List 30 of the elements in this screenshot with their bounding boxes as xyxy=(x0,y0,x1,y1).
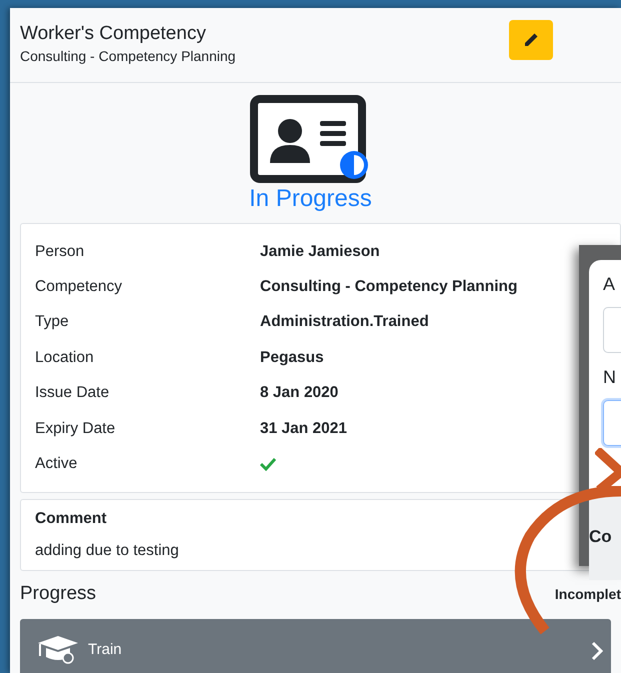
field-value: 8 Jan 2020 xyxy=(260,384,338,402)
page-subtitle: Consulting - Competency Planning xyxy=(20,47,236,66)
field-label: Person xyxy=(35,242,86,261)
field-label: Location xyxy=(35,348,95,367)
footer-text: Co xyxy=(589,527,612,547)
progress-status: Incomplet xyxy=(554,586,621,602)
field-label: Active xyxy=(35,455,78,474)
comment-label: Comment xyxy=(35,510,108,528)
step-row[interactable]: Train xyxy=(20,618,611,673)
pencil-icon xyxy=(523,32,539,48)
page-title: Worker's Competency xyxy=(20,22,207,46)
field-value: 31 Jan 2021 xyxy=(260,420,348,438)
field-label: Competency xyxy=(35,278,124,296)
dialog-field-label: A xyxy=(603,274,616,295)
section-title: Progress xyxy=(20,582,96,605)
chevron-right-icon xyxy=(591,640,603,661)
graduation-cap-icon xyxy=(36,634,80,665)
field-label: Issue Date xyxy=(35,384,110,402)
field-label: Type xyxy=(35,313,70,332)
edit-button[interactable] xyxy=(509,20,553,60)
comment-text: adding due to testing xyxy=(35,542,179,559)
field-value: Pegasus xyxy=(260,348,324,367)
input-field[interactable] xyxy=(603,307,621,353)
input-field[interactable] xyxy=(603,400,621,446)
field-value: Jamie Jamieson xyxy=(260,242,380,261)
status-label: In Progress xyxy=(249,185,372,213)
field-label: Expiry Date xyxy=(35,420,116,438)
field-value: Administration.Trained xyxy=(260,313,429,332)
field-value: Consulting - Competency Planning xyxy=(260,278,518,296)
dialog-field-label: N xyxy=(603,367,617,388)
